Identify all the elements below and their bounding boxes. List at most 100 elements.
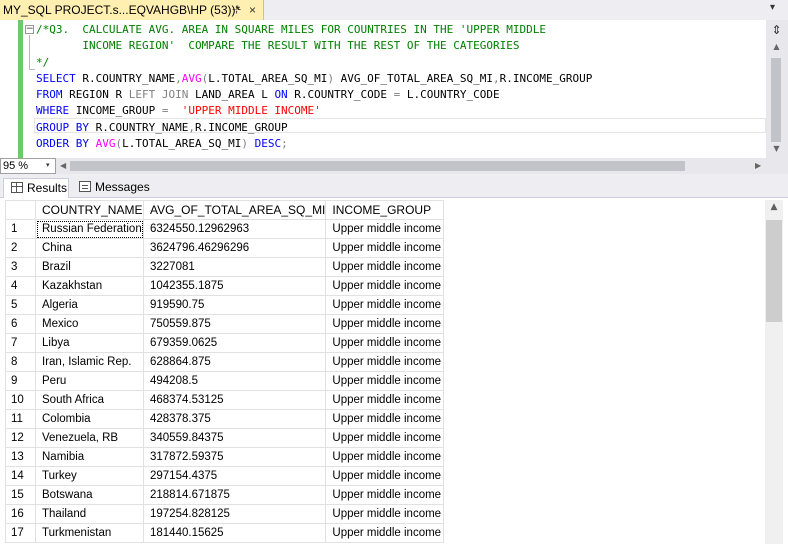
column-header[interactable]: COUNTRY_NAME [35,200,144,220]
table-cell[interactable]: Algeria [35,295,144,315]
row-number-cell[interactable]: 12 [5,428,36,448]
row-number-cell[interactable]: 16 [5,504,36,524]
scroll-up-icon[interactable]: ▲ [768,42,785,51]
scroll-right-icon[interactable]: ▶ [755,158,761,174]
table-cell[interactable]: 1042355.1875 [142,276,327,296]
row-number-cell[interactable]: 5 [5,295,36,315]
table-cell[interactable]: Upper middle income [325,352,445,372]
tab-messages[interactable]: Messages [74,178,150,198]
close-icon[interactable]: × [249,0,256,20]
table-row[interactable]: 7 Libya 679359.0625 Upper middle income [5,333,445,353]
scroll-up-icon[interactable]: ▲ [765,202,783,212]
table-cell[interactable]: Libya [35,333,144,353]
table-cell[interactable]: Thailand [35,504,144,524]
table-cell[interactable]: 218814.671875 [142,485,327,505]
row-number-cell[interactable]: 3 [5,257,36,277]
row-number-cell[interactable]: 4 [5,276,36,296]
table-cell[interactable]: Upper middle income [325,333,445,353]
horizontal-scroll-thumb[interactable] [70,161,685,171]
table-row[interactable]: 1 Russian Federation 6324550.12962963 Upper… [5,219,445,239]
code-area[interactable]: /*Q3. CALCULATE AVG. AREA IN SQUARE MILE… [36,22,766,152]
table-cell[interactable]: Venezuela, RB [35,428,144,448]
table-cell[interactable]: Colombia [35,409,144,429]
table-cell[interactable]: Upper middle income [325,295,445,315]
code-line[interactable]: FROM REGION R LEFT JOIN LAND_AREA L ON R… [36,87,766,103]
table-row[interactable]: 13 Namibia 317872.59375 Upper middle income [5,447,445,467]
sql-editor[interactable]: − /*Q3. CALCULATE AVG. AREA IN SQUARE MI… [0,20,788,158]
table-cell[interactable]: Turkmenistan [35,523,144,543]
table-cell[interactable]: 428378.375 [142,409,327,429]
results-vertical-scrollbar[interactable]: ▲ [765,200,783,544]
table-cell[interactable]: Upper middle income [325,390,445,410]
table-cell[interactable]: Upper middle income [325,219,445,239]
zoom-select[interactable]: 95 % ▾ [0,158,56,174]
table-row[interactable]: 14 Turkey 297154.4375 Upper middle income [5,466,445,486]
table-cell[interactable]: Upper middle income [325,314,445,334]
table-cell[interactable]: 679359.0625 [142,333,327,353]
table-row[interactable]: 17 Turkmenistan 181440.15625 Upper middle i… [5,523,445,543]
results-scroll-thumb[interactable] [766,220,782,322]
table-cell[interactable]: 3624796.46296296 [142,238,327,258]
code-line[interactable]: /*Q3. CALCULATE AVG. AREA IN SQUARE MILE… [36,22,766,38]
tab-list-dropdown-icon[interactable]: ▾ [770,2,775,13]
table-row[interactable]: 6 Mexico 750559.875 Upper middle income [5,314,445,334]
row-number-cell[interactable]: 14 [5,466,36,486]
row-number-cell[interactable]: 6 [5,314,36,334]
chevron-down-icon[interactable]: ▾ [46,159,50,173]
table-row[interactable]: 11 Colombia 428378.375 Upper middle income [5,409,445,429]
table-cell[interactable]: Turkey [35,466,144,486]
table-cell[interactable]: Upper middle income [325,257,445,277]
table-cell[interactable]: Brazil [35,257,144,277]
row-number-cell[interactable]: 7 [5,333,36,353]
table-cell[interactable]: Upper middle income [325,485,445,505]
table-cell[interactable]: 750559.875 [142,314,327,334]
query-document-tab[interactable]: MY_SQL PROJECT.s...EQVAHGB\HP (53))* ⊹ × [0,0,264,20]
table-cell[interactable]: Upper middle income [325,523,445,543]
results-grid[interactable]: COUNTRY_NAME AVG_OF_TOTAL_AREA_SQ_MI INC… [5,200,765,544]
row-number-cell[interactable]: 15 [5,485,36,505]
table-row[interactable]: 8 Iran, Islamic Rep. 628864.875 Upper middl… [5,352,445,372]
table-cell[interactable]: 628864.875 [142,352,327,372]
code-line[interactable]: ORDER BY AVG(L.TOTAL_AREA_SQ_MI) DESC; [36,136,766,152]
table-cell[interactable]: 3227081 [142,257,327,277]
row-number-cell[interactable]: 17 [5,523,36,543]
code-line[interactable]: INCOME REGION' COMPARE THE RESULT WITH T… [36,38,766,54]
scroll-left-icon[interactable]: ◀ [60,158,66,174]
column-header[interactable]: AVG_OF_TOTAL_AREA_SQ_MI [142,200,327,220]
table-cell[interactable]: 468374.53125 [142,390,327,410]
table-row[interactable]: 10 South Africa 468374.53125 Upper middle i… [5,390,445,410]
pin-icon[interactable]: ⊹ [232,0,241,20]
table-cell[interactable]: Upper middle income [325,238,445,258]
table-cell[interactable]: 6324550.12962963 [142,219,327,239]
table-cell[interactable]: Upper middle income [325,276,445,296]
row-number-cell[interactable]: 9 [5,371,36,391]
table-cell[interactable]: China [35,238,144,258]
table-cell[interactable]: 340559.84375 [142,428,327,448]
editor-scroll-thumb[interactable] [771,58,781,142]
split-editor-icon[interactable]: ⇕ [768,23,785,38]
scroll-down-icon[interactable]: ▼ [768,144,785,153]
table-cell[interactable]: 297154.4375 [142,466,327,486]
table-cell[interactable]: Kazakhstan [35,276,144,296]
table-row[interactable]: 5 Algeria 919590.75 Upper middle income [5,295,445,315]
table-cell[interactable]: Russian Federation [35,219,144,239]
collapse-icon[interactable]: − [25,25,34,34]
table-cell[interactable]: Peru [35,371,144,391]
table-cell[interactable]: Iran, Islamic Rep. [35,352,144,372]
row-number-cell[interactable]: 2 [5,238,36,258]
tab-results[interactable]: Results [3,178,69,198]
row-number-cell[interactable]: 8 [5,352,36,372]
table-row[interactable]: 9 Peru 494208.5 Upper middle income [5,371,445,391]
table-row[interactable]: 2 China 3624796.46296296 Upper middle incom… [5,238,445,258]
table-cell[interactable]: Upper middle income [325,371,445,391]
table-cell[interactable]: Upper middle income [325,428,445,448]
row-number-cell[interactable]: 11 [5,409,36,429]
table-cell[interactable]: Upper middle income [325,504,445,524]
code-line[interactable]: WHERE INCOME_GROUP = 'UPPER MIDDLE INCOM… [36,103,766,119]
column-header[interactable]: INCOME_GROUP [325,200,445,220]
table-row[interactable]: 15 Botswana 218814.671875 Upper middle inco… [5,485,445,505]
row-number-cell[interactable]: 13 [5,447,36,467]
table-cell[interactable]: Botswana [35,485,144,505]
table-cell[interactable]: 317872.59375 [142,447,327,467]
table-cell[interactable]: South Africa [35,390,144,410]
